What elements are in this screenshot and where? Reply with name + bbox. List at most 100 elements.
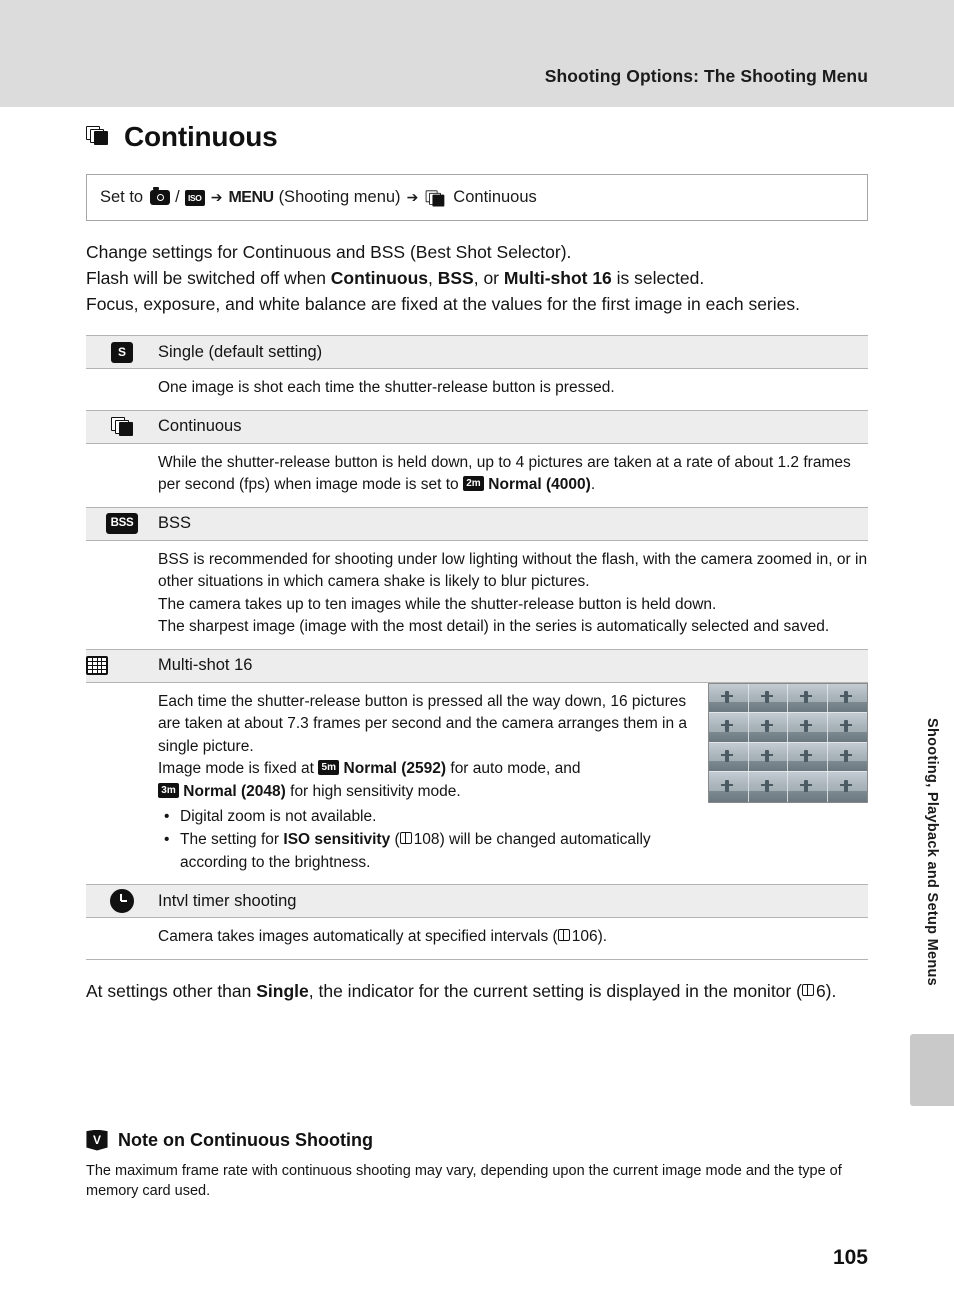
- bss-icon: BSS: [86, 506, 158, 541]
- page-reference-icon: [557, 929, 571, 942]
- intro-bold-bss: BSS: [437, 268, 474, 288]
- arrow-1: ➔: [210, 189, 223, 205]
- multishot-body-line-1: Each time the shutter-release button is …: [158, 692, 688, 755]
- note-body: The maximum frame rate with continuous s…: [86, 1162, 842, 1199]
- multishot-bullet-2c: (: [390, 831, 400, 848]
- option-body-multishot: Each time the shutter-release button is …: [158, 682, 868, 885]
- table-row-continuous-header: Continuous: [86, 409, 868, 444]
- table-row-multishot-body: Each time the shutter-release button is …: [86, 682, 868, 885]
- page-content: Continuous Set to / ISO ➔ MENU (Shooting…: [86, 107, 868, 1201]
- intro-line-2e: is selected.: [611, 268, 705, 288]
- option-label-bss: BSS: [158, 506, 868, 541]
- closing-bold-single: Single: [256, 980, 309, 1001]
- continuous-body-bold: Normal (4000): [483, 476, 591, 493]
- arrow-2: ➔: [406, 189, 419, 205]
- intro-line-3: Focus, exposure, and white balance are f…: [86, 294, 800, 314]
- multishot-bold-2048: Normal (2048): [179, 782, 286, 800]
- multishot-body-line-2e: for high sensitivity mode.: [285, 782, 461, 800]
- intro-bold-continuous: Continuous: [330, 268, 428, 288]
- interval-timer-glyph: [110, 889, 134, 913]
- table-row-bss-body: BSS is recommended for shooting under lo…: [86, 540, 868, 649]
- single-shot-glyph: S: [111, 341, 133, 363]
- caution-icon: V: [86, 1129, 108, 1151]
- list-item: Digital zoom is not available.: [164, 805, 698, 828]
- side-tab-label: Shooting, Playback and Setup Menus: [924, 718, 940, 987]
- side-tab-marker: [910, 1034, 954, 1106]
- option-label-multishot: Multi-shot 16: [158, 648, 868, 683]
- option-label-continuous: Continuous: [158, 409, 868, 444]
- intro-or: , or: [473, 268, 504, 288]
- intro-bold-multishot: Multi-shot 16: [503, 268, 612, 288]
- closing-paragraph: At settings other than Single, the indic…: [86, 978, 868, 1005]
- closing-text-a: At settings other than: [86, 980, 257, 1001]
- continuous-body-text-c: .: [590, 476, 596, 493]
- page-number: 105: [832, 1246, 868, 1269]
- menu-paren-label: (Shooting menu): [278, 188, 401, 206]
- continuous-frames-glyph: [111, 417, 133, 437]
- row-spacer: [86, 443, 158, 507]
- option-body-bss: BSS is recommended for shooting under lo…: [158, 540, 868, 649]
- option-body-single: One image is shot each time the shutter-…: [158, 379, 615, 396]
- multishot-bold-2592: Normal (2592): [339, 760, 447, 777]
- closing-ref: 6: [815, 980, 826, 1001]
- table-row-continuous-body: While the shutter-release button is held…: [86, 443, 868, 507]
- camera-auto-mode-icon: [150, 187, 171, 205]
- multishot-bullet-1: Digital zoom is not available.: [180, 808, 377, 825]
- menu-button-label: MENU: [228, 188, 274, 206]
- intvl-body-ref: 106: [571, 928, 598, 945]
- page-header-band: [0, 0, 954, 107]
- continuous-options-table: S Single (default setting) One image is …: [86, 335, 868, 960]
- continuous-frames-icon: [86, 125, 113, 149]
- row-spacer: [86, 682, 158, 885]
- high-sensitivity-mode-icon: ISO: [184, 189, 205, 206]
- closing-text-d: ).: [825, 980, 837, 1001]
- continuous-frames-icon-inline: [425, 189, 445, 206]
- table-row-intvl-header: Intvl timer shooting: [86, 884, 868, 918]
- table-row-single-body: One image is shot each time the shutter-…: [86, 369, 868, 411]
- row-spacer: [86, 369, 158, 411]
- intro-paragraph: Change settings for Continuous and BSS (…: [86, 239, 868, 317]
- intvl-body-b: ).: [597, 928, 608, 945]
- multishot-16-icon: [86, 648, 158, 683]
- bss-body-line-1: BSS is recommended for shooting under lo…: [158, 550, 868, 591]
- closing-text-c: , the indicator for the current setting …: [308, 980, 802, 1001]
- multishot-bullet-2a: The setting for: [180, 831, 284, 848]
- table-row-bss-header: BSS BSS: [86, 506, 868, 541]
- image-size-badge-5m: 5m: [318, 760, 340, 776]
- bss-glyph: BSS: [106, 513, 138, 534]
- section-title-row: Continuous: [86, 121, 868, 153]
- row-spacer: [86, 917, 158, 960]
- list-item: The setting for ISO sensitivity (108) wi…: [164, 828, 698, 874]
- multi-shot-16-sample-image: [708, 682, 868, 803]
- interval-timer-icon: [86, 884, 158, 918]
- intro-line-2a: Flash will be switched off when: [86, 268, 331, 288]
- option-body-intvl: Camera takes images automatically at spe…: [158, 917, 868, 960]
- image-size-badge-3m: 3m: [158, 782, 179, 798]
- intvl-body-a: Camera takes images automatically at spe…: [158, 928, 558, 945]
- intro-line-1: Change settings for Continuous and BSS (…: [86, 242, 572, 262]
- intro-comma-1: ,: [428, 268, 438, 288]
- multishot-bullet-list: Digital zoom is not available. The setti…: [158, 805, 698, 874]
- table-row-multishot-header: Multi-shot 16: [86, 648, 868, 683]
- continuous-frames-icon: [86, 409, 158, 444]
- manual-page: Shooting Options: The Shooting Menu Cont…: [0, 0, 954, 1314]
- single-shot-icon: S: [86, 335, 158, 369]
- note-header: V Note on Continuous Shooting: [86, 1129, 868, 1151]
- row-spacer: [86, 540, 158, 649]
- note-title: Note on Continuous Shooting: [118, 1129, 373, 1150]
- set-to-target-label: Continuous: [453, 188, 537, 206]
- table-row-intvl-body: Camera takes images automatically at spe…: [86, 917, 868, 960]
- multishot-body-line-2a: Image mode is fixed at: [158, 760, 319, 777]
- bss-body-line-3: The sharpest image (image with the most …: [158, 618, 830, 635]
- multishot-bullet-ref: 108: [413, 831, 440, 848]
- page-header-title: Shooting Options: The Shooting Menu: [544, 66, 868, 86]
- multishot-body-line-2c: for auto mode, and: [446, 760, 581, 777]
- page-title: Continuous: [124, 121, 278, 152]
- set-to-separator: /: [175, 188, 180, 206]
- option-label-single: Single (default setting): [158, 335, 868, 369]
- option-body-continuous: While the shutter-release button is held…: [158, 443, 868, 507]
- set-to-prefix: Set to: [100, 188, 144, 206]
- table-row-single-header: S Single (default setting): [86, 335, 868, 369]
- multishot-bullet-bold-iso: ISO sensitivity: [283, 831, 391, 848]
- note-block: V Note on Continuous Shooting The maximu…: [86, 1129, 868, 1201]
